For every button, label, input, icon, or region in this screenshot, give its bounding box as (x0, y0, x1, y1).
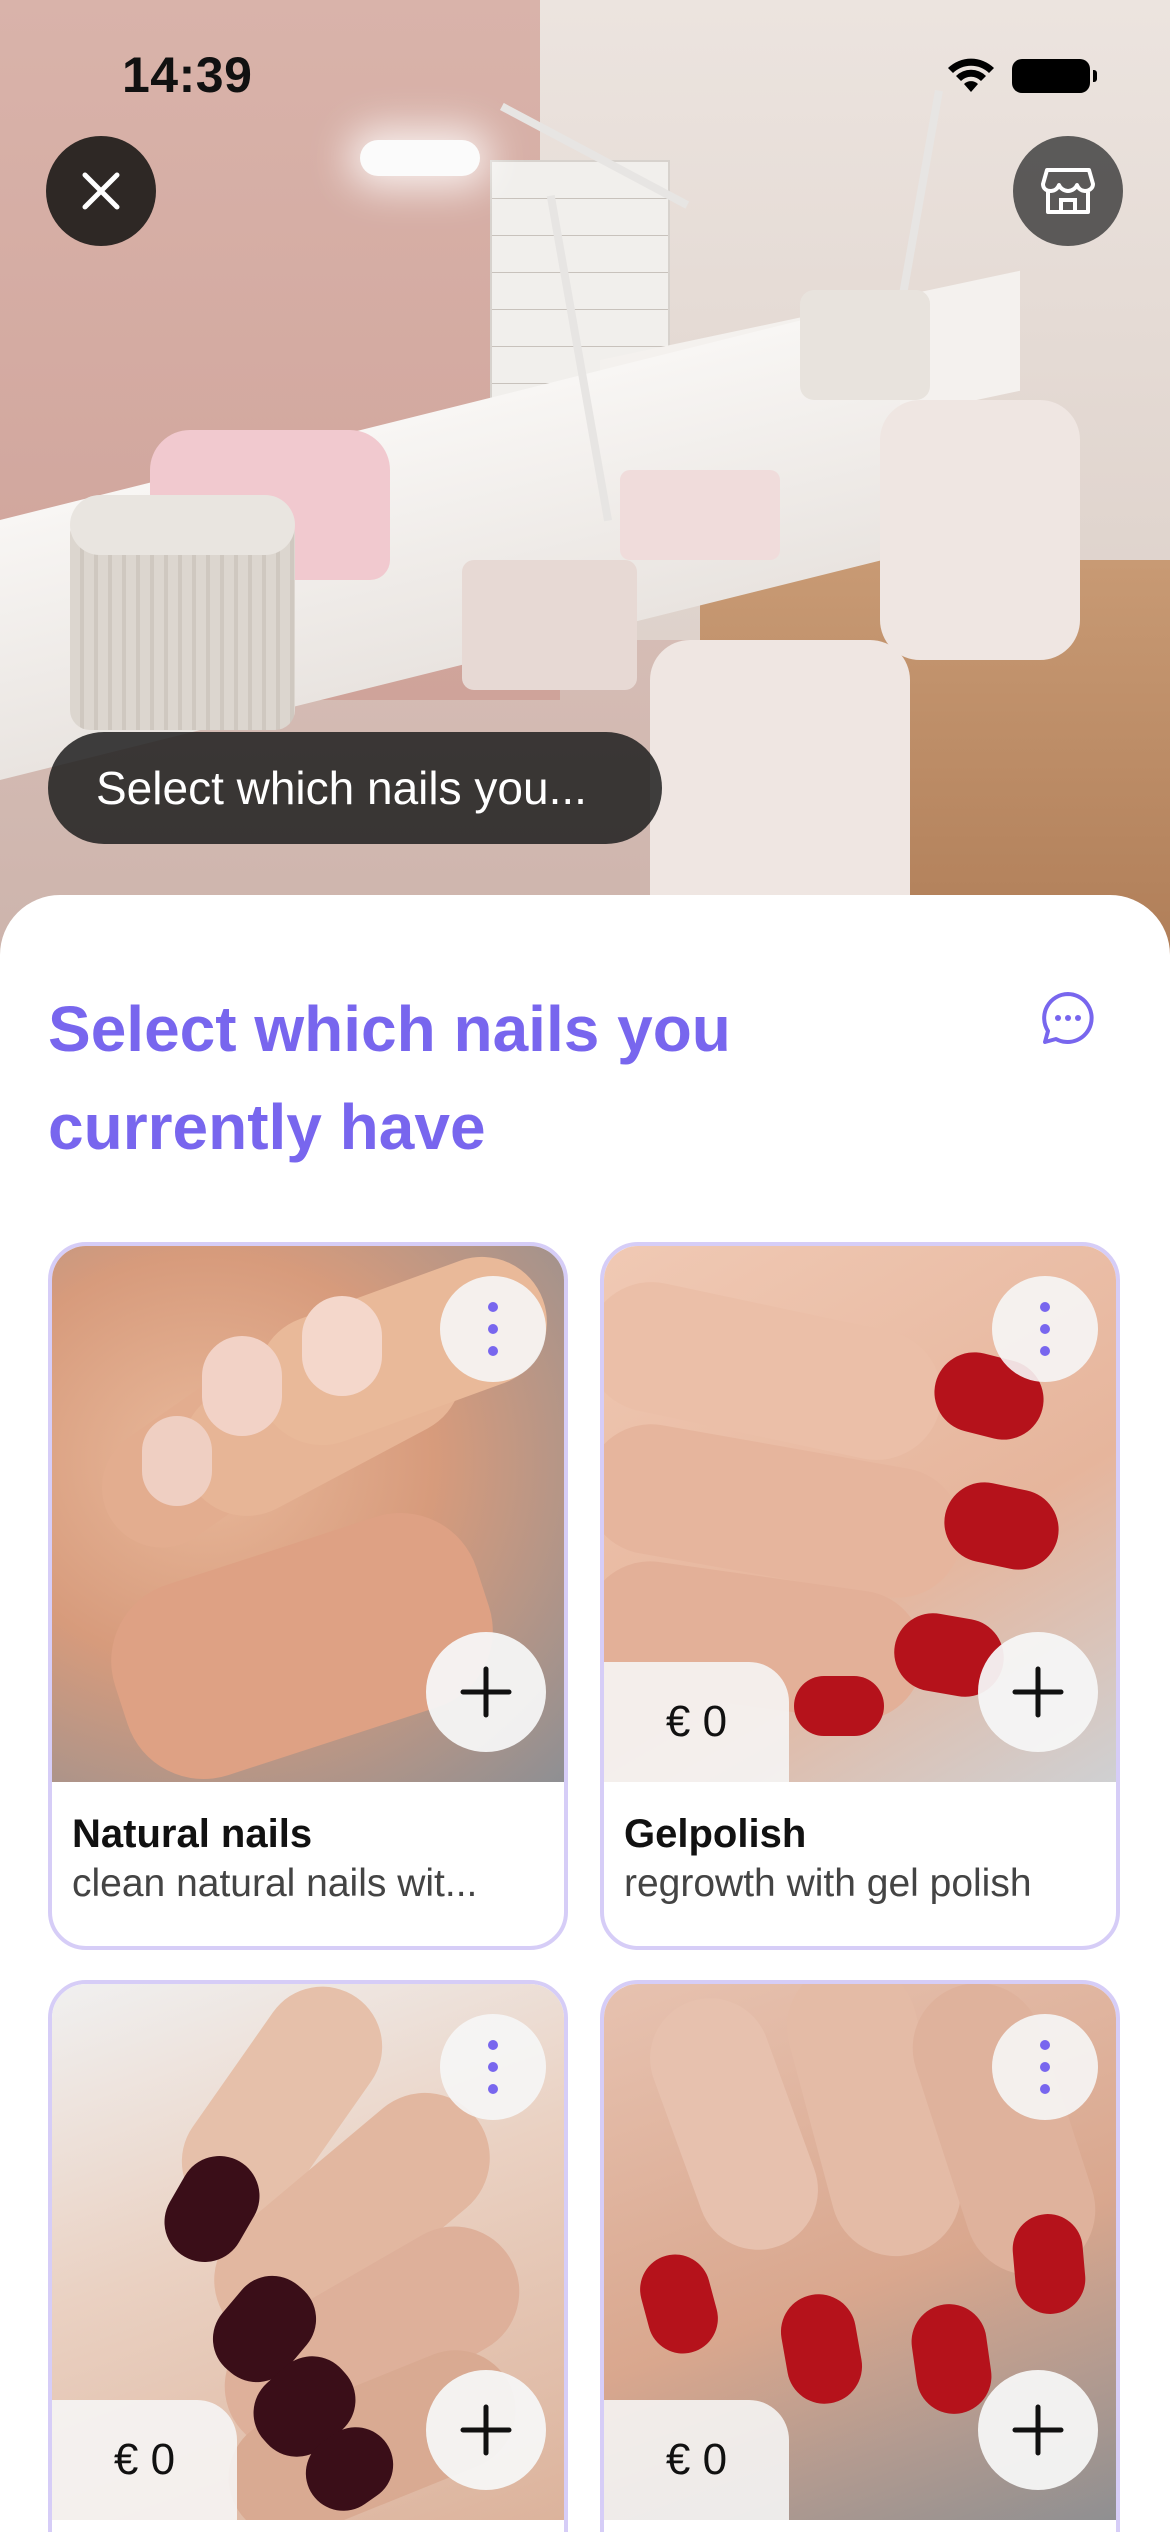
store-button[interactable] (1013, 136, 1123, 246)
wifi-icon (948, 58, 994, 92)
status-icons (946, 58, 1097, 94)
option-card-gelpolish[interactable]: € 0 Gelpolish regrowth with gel polish (600, 1242, 1120, 1950)
more-vertical-icon (488, 2040, 498, 2094)
hero-title-pill: Select which nails you... (48, 732, 662, 844)
option-card-red-polish[interactable]: € 0 (600, 1980, 1120, 2532)
uv-lamp-back (620, 470, 780, 560)
card-title: Natural nails (72, 1812, 313, 1856)
status-time: 14:39 (122, 47, 253, 103)
add-button[interactable] (426, 1632, 546, 1752)
option-card-dark-polish[interactable]: € 0 (48, 1980, 568, 2532)
add-button[interactable] (426, 2370, 546, 2490)
battery-icon (1012, 59, 1097, 93)
hero-title-text: Select which nails you... (96, 762, 587, 814)
more-vertical-icon (1040, 2040, 1050, 2094)
more-options-button[interactable] (440, 1276, 546, 1382)
white-chair-back (880, 400, 1080, 660)
gelpolish-photo: € 0 (604, 1246, 1116, 1782)
dark-polish-photo: € 0 (52, 1984, 564, 2520)
plus-icon (460, 1666, 512, 1718)
close-button[interactable] (46, 136, 156, 246)
add-button[interactable] (978, 1632, 1098, 1752)
plus-icon (1012, 2404, 1064, 2456)
card-footer: Natural nails clean natural nails wit... (52, 1782, 564, 1910)
card-subtitle: clean natural nails wit... (72, 1862, 478, 1905)
card-title: Gelpolish (624, 1812, 807, 1856)
more-vertical-icon (1040, 1302, 1050, 1356)
lamp-light (360, 140, 480, 176)
more-options-button[interactable] (440, 2014, 546, 2120)
add-button[interactable] (978, 2370, 1098, 2490)
more-vertical-icon (488, 1302, 498, 1356)
more-options-button[interactable] (992, 2014, 1098, 2120)
card-footer: Gelpolish regrowth with gel polish (604, 1782, 1116, 1910)
option-card-natural-nails[interactable]: Natural nails clean natural nails wit... (48, 1242, 568, 1950)
plus-icon (1012, 1666, 1064, 1718)
store-icon (1041, 168, 1095, 214)
price-badge: € 0 (52, 2400, 237, 2520)
price-badge: € 0 (604, 2400, 789, 2520)
price-badge: € 0 (604, 1662, 789, 1782)
ribbed-bin (70, 495, 295, 730)
red-polish-photo: € 0 (604, 1984, 1116, 2520)
plus-icon (460, 2404, 512, 2456)
close-icon (82, 172, 120, 210)
ribbed-bin-back (800, 290, 930, 400)
chat-bubble-icon[interactable] (1040, 990, 1096, 1046)
natural-nails-photo (52, 1246, 564, 1782)
uv-lamp (462, 560, 637, 690)
card-subtitle: regrowth with gel polish (624, 1862, 1032, 1905)
more-options-button[interactable] (992, 1276, 1098, 1382)
page-title: Select which nails you currently have (48, 993, 731, 1163)
